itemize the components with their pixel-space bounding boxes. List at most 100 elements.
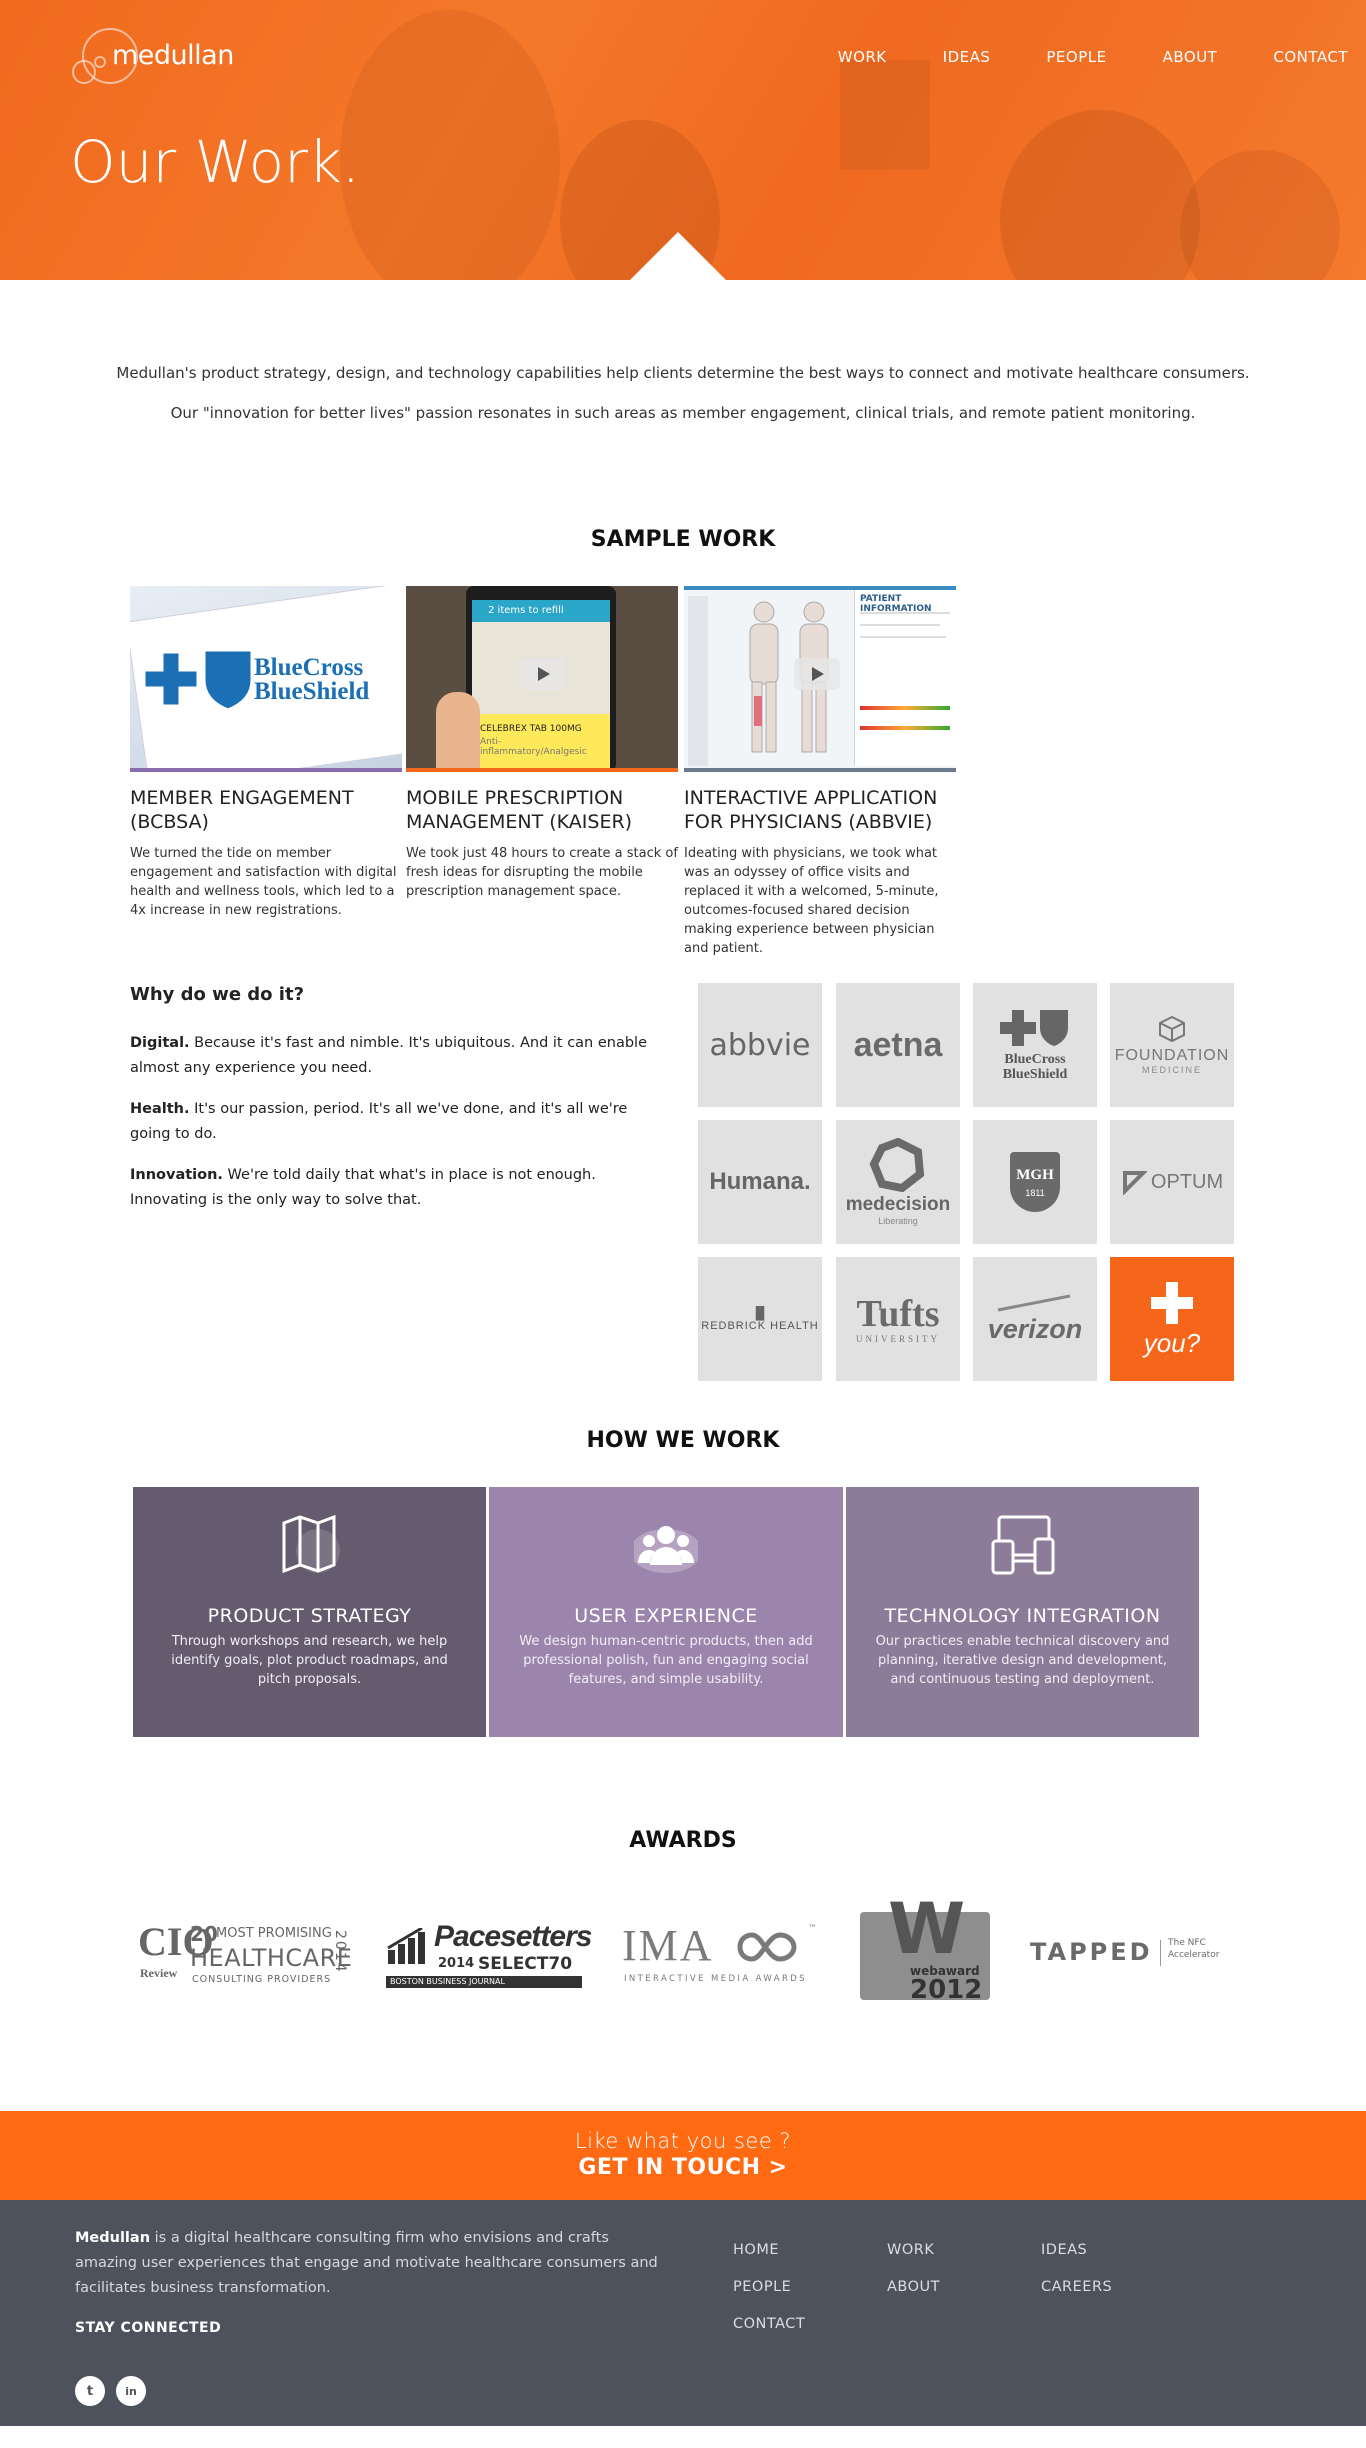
- nav-ideas[interactable]: IDEAS: [943, 48, 991, 66]
- work-thumbnail[interactable]: BlueCross BlueShield: [130, 586, 402, 772]
- nav-about[interactable]: ABOUT: [1163, 48, 1218, 66]
- user-experience-card[interactable]: USER EXPERIENCE We design human-centric …: [489, 1487, 843, 1737]
- footer-link-about[interactable]: ABOUT: [887, 2279, 940, 2295]
- cio-review-award[interactable]: CIO Review 20 MOST PROMISING HEALTHCARE …: [138, 1922, 352, 1988]
- technology-integration-card[interactable]: TECHNOLOGY INTEGRATION Our practices ena…: [846, 1487, 1199, 1737]
- client-sub: MEDICINE: [1141, 1065, 1202, 1075]
- client-name: Humana.: [709, 1168, 811, 1195]
- why-text: Because it's fast and nimble. It's ubiqu…: [130, 1035, 648, 1076]
- client-name: medecision: [845, 1194, 951, 1215]
- award-text: 2014: [438, 1956, 475, 1971]
- aetna-logo[interactable]: aetna: [836, 983, 960, 1107]
- why-point: Innovation. We're told daily that what's…: [130, 1163, 670, 1213]
- client-name: REDBRICK HEALTH: [701, 1320, 819, 1332]
- medullan-logo[interactable]: medullan: [72, 22, 252, 92]
- cube-icon: [1159, 1015, 1185, 1043]
- footer-link-people[interactable]: PEOPLE: [733, 2279, 791, 2295]
- work-card-kaiser[interactable]: 2 items to refill CELEBREX TAB 100MG Ant…: [406, 586, 678, 901]
- redbrick-logo[interactable]: ▐▌ REDBRICK HEALTH: [698, 1257, 822, 1381]
- get-in-touch-link[interactable]: GET IN TOUCH >: [0, 2155, 1366, 2180]
- award-text: Accelerator: [1168, 1950, 1220, 1960]
- award-text: The NFC: [1168, 1938, 1206, 1948]
- how-we-work-heading: HOW WE WORK: [586, 1428, 780, 1453]
- thumb-app-bar: 2 items to refill: [472, 600, 610, 622]
- award-text: SELECT70: [478, 1954, 573, 1974]
- work-title[interactable]: MEMBER ENGAGEMENT (BCBSA): [130, 786, 402, 834]
- you-label: you?: [1143, 1327, 1201, 1358]
- ima-award[interactable]: IMA ™ INTERACTIVE MEDIA AWARDS: [622, 1924, 832, 1988]
- work-card-abbvie[interactable]: PATIENT INFORMATION INTERACTIVE APPLICAT…: [684, 586, 956, 958]
- webaward-award[interactable]: W webaward 2012: [860, 1894, 990, 2010]
- play-icon[interactable]: [520, 658, 566, 690]
- humana-logo[interactable]: Humana.: [698, 1120, 822, 1244]
- client-name: FOUNDATION: [1114, 1047, 1230, 1064]
- optum-icon: [1122, 1171, 1147, 1195]
- infinity-icon: [737, 1932, 797, 1962]
- cta-banner[interactable]: Like what you see ? GET IN TOUCH >: [0, 2111, 1366, 2200]
- nav-contact[interactable]: CONTACT: [1273, 48, 1348, 66]
- work-title[interactable]: MOBILE PRESCRIPTION MANAGEMENT (KAISER): [406, 786, 678, 834]
- award-text: 2012: [910, 1975, 983, 2005]
- tufts-logo[interactable]: Tufts UNIVERSITY: [836, 1257, 960, 1381]
- footer-about: Medullan is a digital healthcare consult…: [75, 2226, 675, 2301]
- you-tile[interactable]: you?: [1110, 1257, 1234, 1381]
- medecision-logo[interactable]: medecision Liberating: [836, 1120, 960, 1244]
- pacesetters-award[interactable]: Pacesetters 2014 SELECT70 BOSTON BUSINES…: [386, 1920, 592, 1990]
- footer-brand: Medullan: [75, 2230, 151, 2246]
- award-text: Pacesetters: [434, 1920, 592, 1953]
- intro-line-1: Medullan's product strategy, design, and…: [116, 364, 1250, 382]
- card-desc: Our practices enable technical discovery…: [875, 1634, 1170, 1687]
- footer-link-careers[interactable]: CAREERS: [1041, 2279, 1112, 2295]
- blueshield-icon: [202, 648, 254, 712]
- card-title: USER EXPERIENCE: [574, 1605, 758, 1627]
- nav-work[interactable]: WORK: [838, 48, 887, 66]
- award-text: BOSTON BUSINESS JOURNAL: [390, 1977, 505, 1986]
- footer: Medullan is a digital healthcare consult…: [0, 2200, 1366, 2426]
- client-name: MGH: [1016, 1166, 1054, 1183]
- sample-work-heading: SAMPLE WORK: [590, 527, 776, 552]
- linkedin-icon[interactable]: in: [116, 2376, 146, 2406]
- main-nav: WORK IDEAS PEOPLE ABOUT CONTACT: [782, 48, 1348, 66]
- plus-icon: [1151, 1281, 1193, 1324]
- mgh-logo[interactable]: MGH 1811: [973, 1120, 1097, 1244]
- twitter-icon[interactable]: t: [75, 2376, 105, 2406]
- why-label: Digital.: [130, 1035, 190, 1051]
- map-icon: [282, 1514, 340, 1574]
- work-title[interactable]: INTERACTIVE APPLICATION FOR PHYSICIANS (…: [684, 786, 956, 834]
- work-card-bcbsa[interactable]: BlueCross BlueShield MEMBER ENGAGEMENT (…: [130, 586, 402, 920]
- product-strategy-card[interactable]: PRODUCT STRATEGY Through workshops and r…: [133, 1487, 486, 1737]
- client-name: Tufts: [856, 1293, 940, 1335]
- award-text: 20: [190, 1922, 218, 1946]
- abbvie-logo[interactable]: abbvie: [698, 983, 822, 1107]
- client-name: aetna: [853, 1025, 943, 1064]
- why-section: Why do we do it? Digital. Because it's f…: [130, 984, 670, 1229]
- footer-link-contact[interactable]: CONTACT: [733, 2316, 805, 2332]
- foundation-medicine-logo[interactable]: FOUNDATION MEDICINE: [1110, 983, 1234, 1107]
- footer-link-ideas[interactable]: IDEAS: [1041, 2242, 1087, 2258]
- tapped-award[interactable]: TAPPED The NFC Accelerator: [1030, 1938, 1230, 1978]
- logo-text: medullan: [112, 40, 234, 71]
- card-desc: We design human-centric products, then a…: [519, 1634, 813, 1687]
- award-text: Review: [140, 1966, 178, 1980]
- why-point: Digital. Because it's fast and nimble. I…: [130, 1031, 670, 1081]
- award-text: MOST PROMISING: [216, 1926, 332, 1941]
- nav-people[interactable]: PEOPLE: [1046, 48, 1106, 66]
- play-icon[interactable]: [794, 658, 840, 690]
- work-desc: We turned the tide on member engagement …: [130, 846, 397, 918]
- award-text: ™: [808, 1924, 817, 1934]
- award-text: INTERACTIVE MEDIA AWARDS: [624, 1974, 807, 1984]
- users-icon: [634, 1526, 698, 1573]
- work-thumbnail[interactable]: PATIENT INFORMATION: [684, 586, 956, 772]
- footer-link-home[interactable]: HOME: [733, 2242, 779, 2258]
- optum-logo[interactable]: OPTUM: [1110, 1120, 1234, 1244]
- thumb-card-sub: Anti-inflammatory/Analgesic: [480, 737, 587, 757]
- footer-link-work[interactable]: WORK: [887, 2242, 934, 2258]
- bcbs-logo[interactable]: BlueCross BlueShield: [973, 983, 1097, 1107]
- why-text: It's our passion, period. It's all we've…: [130, 1101, 628, 1142]
- verizon-logo[interactable]: verizon: [973, 1257, 1097, 1381]
- why-heading: Why do we do it?: [130, 984, 305, 1005]
- award-text: CONSULTING PROVIDERS: [192, 1974, 332, 1985]
- card-title: TECHNOLOGY INTEGRATION: [884, 1605, 1161, 1627]
- award-text: TAPPED: [1030, 1938, 1153, 1966]
- work-thumbnail[interactable]: 2 items to refill CELEBREX TAB 100MG Ant…: [406, 586, 678, 772]
